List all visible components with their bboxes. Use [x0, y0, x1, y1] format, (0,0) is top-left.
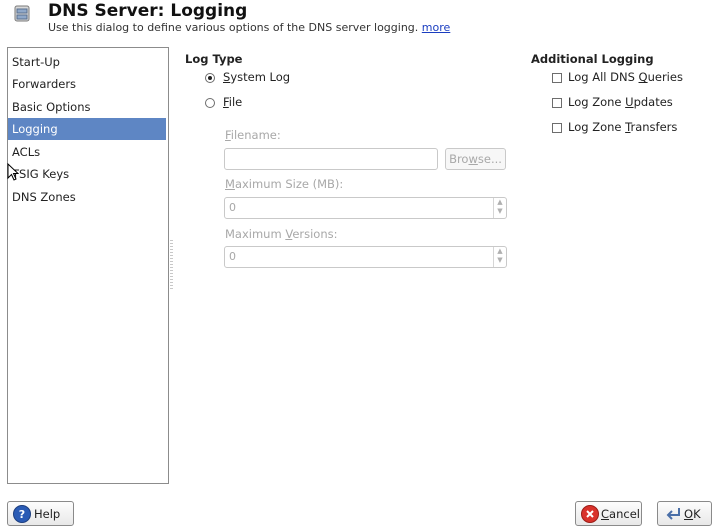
stepper-up-icon[interactable]: ▲	[494, 198, 506, 207]
subtitle-text: Use this dialog to define various option…	[48, 21, 419, 34]
max-versions-value: 0	[229, 250, 236, 263]
filename-input[interactable]	[224, 148, 438, 170]
ok-icon	[664, 506, 682, 522]
more-link[interactable]: more	[422, 21, 451, 34]
ok-button[interactable]: OK	[657, 501, 712, 526]
cancel-icon	[581, 505, 599, 523]
svg-text:?: ?	[19, 508, 25, 521]
log-zone-updates-checkbox[interactable]	[552, 98, 562, 108]
help-button[interactable]: ? Help	[7, 501, 74, 526]
max-size-stepper[interactable]: ▲ ▼	[493, 198, 506, 218]
max-size-value: 0	[229, 201, 236, 214]
help-button-label: Help	[34, 507, 61, 521]
mouse-pointer-icon	[7, 162, 20, 184]
system-log-radio[interactable]	[205, 73, 215, 83]
max-size-label: Maximum Size (MB):	[225, 177, 344, 191]
sidebar-item-dns-zones[interactable]: DNS Zones	[8, 186, 166, 208]
splitter-handle[interactable]	[170, 240, 173, 290]
ok-button-label: OK	[684, 507, 701, 521]
additional-logging-heading: Additional Logging	[531, 52, 654, 66]
max-versions-stepper[interactable]: ▲ ▼	[493, 247, 506, 267]
sidebar-tree[interactable]: Start-Up Forwarders Basic Options Loggin…	[7, 47, 169, 484]
filename-label: Filename:	[225, 128, 281, 142]
page-title: DNS Server: Logging	[48, 1, 248, 21]
sidebar-item-logging[interactable]: Logging	[8, 118, 166, 140]
system-log-label[interactable]: System Log	[223, 70, 290, 84]
log-all-dns-queries-label[interactable]: Log All DNS Queries	[568, 70, 683, 84]
sidebar-item-acls[interactable]: ACLs	[8, 141, 166, 163]
file-radio[interactable]	[205, 98, 215, 108]
log-all-dns-queries-checkbox[interactable]	[552, 73, 562, 83]
sidebar-item-basic-options[interactable]: Basic Options	[8, 96, 166, 118]
sidebar-item-tsig-keys[interactable]: TSIG Keys	[8, 163, 166, 185]
max-versions-spinbox[interactable]: 0 ▲ ▼	[224, 246, 507, 268]
max-size-spinbox[interactable]: 0 ▲ ▼	[224, 197, 507, 219]
dns-server-icon	[13, 5, 31, 23]
file-label[interactable]: File	[223, 95, 242, 109]
stepper-up-icon[interactable]: ▲	[494, 247, 506, 256]
log-zone-transfers-checkbox[interactable]	[552, 123, 562, 133]
cancel-button[interactable]: Cancel	[575, 501, 642, 526]
log-zone-updates-label[interactable]: Log Zone Updates	[568, 95, 673, 109]
sidebar-item-forwarders[interactable]: Forwarders	[8, 73, 166, 95]
sidebar-item-start-up[interactable]: Start-Up	[8, 51, 166, 73]
log-type-heading: Log Type	[185, 52, 243, 66]
browse-button[interactable]: Browse...	[445, 148, 506, 170]
stepper-down-icon[interactable]: ▼	[494, 207, 506, 216]
radio-selected-dot	[208, 76, 212, 80]
stepper-down-icon[interactable]: ▼	[494, 256, 506, 265]
log-zone-transfers-label[interactable]: Log Zone Transfers	[568, 120, 677, 134]
cancel-button-label: Cancel	[601, 507, 640, 521]
max-versions-label: Maximum Versions:	[225, 227, 338, 241]
help-icon: ?	[13, 505, 31, 523]
page-subtitle: Use this dialog to define various option…	[48, 21, 450, 34]
